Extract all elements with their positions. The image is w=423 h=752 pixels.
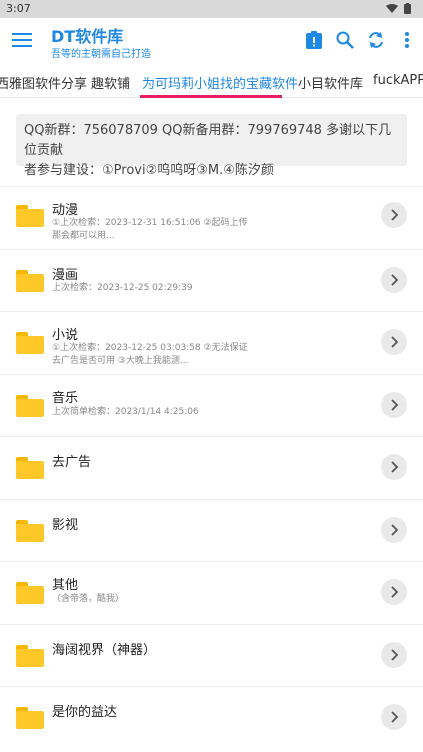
item-title: 是你的益达: [52, 705, 118, 720]
list-item[interactable]: 海阔视界（神器）: [0, 623, 423, 687]
item-title: 其他: [52, 578, 79, 593]
item-title: 去广告: [52, 455, 92, 470]
folder-icon: [16, 457, 44, 479]
status-time: 3:07: [6, 2, 31, 15]
battery-icon: [404, 3, 411, 14]
chevron-right-icon[interactable]: [381, 704, 407, 730]
folder-icon: [16, 269, 44, 292]
list-item[interactable]: 动漫 ①上次检索：2023-12-31 16:51:06 ②起码上传 那会都可以用…: [0, 186, 423, 249]
item-desc: （含帝落，酷我）: [52, 594, 125, 604]
chevron-right-icon[interactable]: [381, 329, 407, 355]
status-icons: [386, 3, 411, 14]
chevron-right-icon[interactable]: [381, 391, 407, 418]
item-title: 海阔视界（神器）: [52, 642, 157, 658]
item-desc: ①上次检索：2023-12-31 16:51:06 ②起码上传 那会都可以用...: [52, 218, 248, 241]
chevron-right-icon[interactable]: [381, 516, 407, 543]
refresh-icon[interactable]: [366, 30, 386, 50]
folder-icon: [16, 644, 44, 667]
notice-card: QQ新群：756078709 QQ新备用群：799769748 多谢以下几位贡献…: [16, 114, 407, 178]
category-list: 动漫 ①上次检索：2023-12-31 16:51:06 ②起码上传 那会都可以用…: [0, 186, 423, 749]
tab-qurunpu[interactable]: 趣软铺: [91, 73, 130, 92]
chevron-right-icon[interactable]: [381, 454, 407, 480]
app-subtitle: 吾等的主朝需自己打造: [51, 49, 151, 60]
item-title: 影视: [52, 517, 79, 533]
list-item[interactable]: 小说 ①上次检索：2023-12-25 03:03:58 ②无法保证 去广告是否可…: [0, 311, 423, 374]
search-icon[interactable]: [335, 30, 355, 50]
list-item[interactable]: 其他 （含帝落，酷我）: [0, 561, 423, 624]
item-title: 漫画: [52, 267, 79, 283]
item-title: 音乐: [52, 390, 79, 406]
folder-icon: [16, 394, 44, 417]
tab-xiyatu[interactable]: 西雅图软件分享: [0, 73, 87, 92]
tab-fuckapp[interactable]: fuckAPP: [373, 73, 423, 88]
list-item[interactable]: 漫画 上次检索：2023-12-25 02:29:39: [0, 248, 423, 312]
notice-line1: QQ新群：756078709 QQ新备用群：799769748 多谢以下几位贡献: [24, 123, 392, 158]
alert-icon[interactable]: [304, 30, 324, 50]
wifi-icon: [386, 3, 398, 13]
item-desc: 上次检索：2023-12-25 02:29:39: [52, 282, 193, 293]
status-bar: 3:07: [0, 0, 423, 18]
folder-icon: [16, 332, 44, 354]
tab-baozang[interactable]: 为可玛莉小姐找的宝藏软件: [142, 73, 298, 92]
list-item[interactable]: 去广告: [0, 436, 423, 499]
item-desc: 上次简单检索：2023/1/14 4:25:06: [52, 406, 199, 417]
folder-icon: [16, 205, 44, 227]
item-desc: ①上次检索：2023-12-25 03:03:58 ②无法保证 去广告是否可用 ③…: [52, 343, 248, 366]
more-vert-icon[interactable]: [397, 30, 417, 50]
tab-xiaomu[interactable]: 小目软件库: [298, 73, 363, 92]
item-title: 动漫: [52, 203, 79, 218]
chevron-right-icon[interactable]: [381, 579, 407, 605]
list-item[interactable]: 音乐 上次简单检索：2023/1/14 4:25:06: [0, 373, 423, 437]
chevron-right-icon[interactable]: [381, 266, 407, 293]
list-item[interactable]: 是你的益达: [0, 686, 423, 749]
chevron-right-icon[interactable]: [381, 641, 407, 668]
item-title: 小说: [52, 328, 79, 343]
list-item[interactable]: 影视: [0, 498, 423, 562]
app-bar: DT软件库 吾等的主朝需自己打造: [0, 18, 423, 64]
folder-icon: [16, 707, 44, 729]
app-title: DT软件库: [51, 27, 124, 46]
tab-indicator: [140, 95, 282, 98]
folder-icon: [16, 582, 44, 604]
tab-bar: 西雅图软件分享 趣软铺 为可玛莉小姐找的宝藏软件 小目软件库 fuckAPP: [0, 64, 423, 98]
folder-icon: [16, 519, 44, 542]
notice-line2: 者参与建设：①Provi②呜呜呀③M.④陈汐颜: [24, 163, 274, 178]
menu-icon[interactable]: [12, 30, 32, 50]
chevron-right-icon[interactable]: [381, 202, 407, 228]
